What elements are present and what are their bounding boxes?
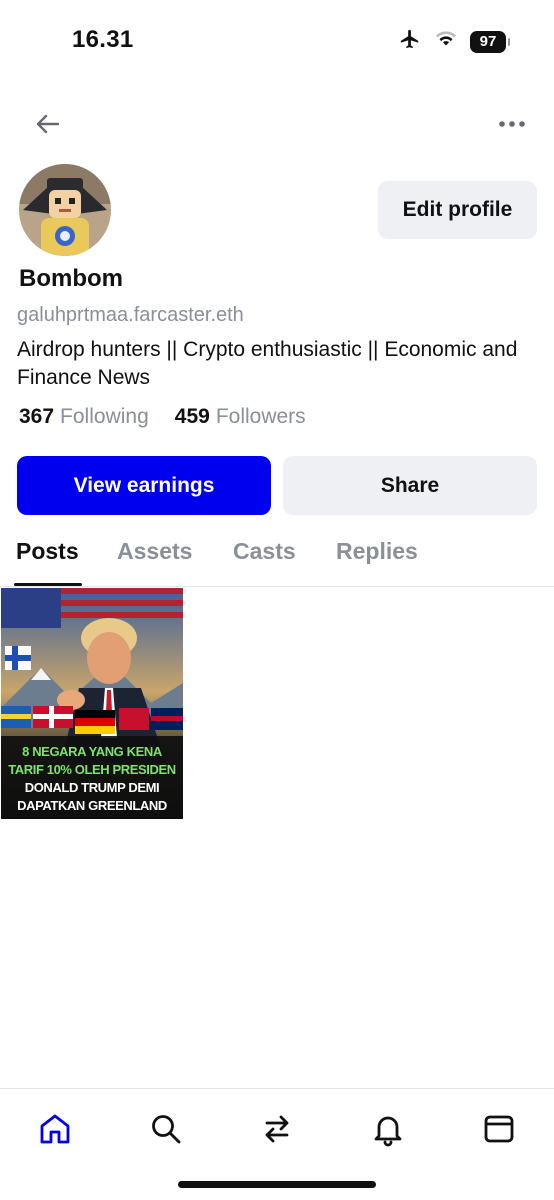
display-name: Bombom [19,265,123,292]
airplane-icon [398,28,422,55]
bell-icon [374,1116,402,1147]
follow-stats: 367 Following 459 Followers [19,405,306,429]
following-link[interactable]: 367 Following [19,405,149,429]
tab-assets[interactable]: Assets [117,538,192,565]
followers-count: 459 [174,405,210,428]
followers-label: Followers [215,405,306,428]
nav-swap[interactable] [259,1111,295,1147]
status-time: 16.31 [72,26,134,53]
battery-icon: 97 [470,30,510,53]
profile-tabs: Posts Assets Casts Replies [0,534,554,587]
post-caption-line: TARIF 10% OLEH PRESIDEN [8,762,176,777]
active-tab-indicator [14,583,82,586]
share-button[interactable]: Share [283,456,537,515]
followers-link[interactable]: 459 Followers [175,405,306,429]
following-label: Following [60,405,149,428]
view-earnings-button[interactable]: View earnings [17,456,271,515]
tab-casts[interactable]: Casts [233,538,296,565]
home-indicator [178,1181,376,1188]
username: galuhprtmaa.farcaster.eth [17,304,244,326]
arrow-left-icon [36,114,60,134]
home-icon [40,1114,70,1144]
tab-posts[interactable]: Posts [16,538,79,565]
search-icon [152,1115,181,1144]
more-button[interactable] [496,108,528,140]
wifi-icon [434,29,458,54]
post-thumbnail[interactable]: 8 NEGARA YANG KENA TARIF 10% OLEH PRESID… [1,588,183,819]
nav-wallet[interactable] [481,1111,517,1147]
nav-home[interactable] [37,1111,73,1147]
nav-notifications[interactable] [370,1111,406,1147]
avatar[interactable] [19,164,111,256]
swap-icon [265,1115,289,1143]
following-count: 367 [19,405,55,428]
post-caption: 8 NEGARA YANG KENA TARIF 10% OLEH PRESID… [1,743,183,815]
edit-profile-button[interactable]: Edit profile [378,181,537,239]
wallet-icon [484,1115,514,1143]
post-caption-line: DONALD TRUMP DEMI [24,780,160,795]
bio: Airdrop hunters || Crypto enthusiastic |… [17,338,518,389]
nav-search[interactable] [148,1111,184,1147]
more-horizontal-icon [499,121,525,127]
post-caption-line: DAPATKAN GREENLAND [17,798,167,813]
back-button[interactable] [32,108,64,140]
tab-replies[interactable]: Replies [336,538,418,565]
status-icons: 97 [398,28,510,55]
profile-screen: 16.31 97 Edit profile Bombom galuhprtmaa… [0,0,554,1200]
post-caption-line: 8 NEGARA YANG KENA [22,744,162,759]
